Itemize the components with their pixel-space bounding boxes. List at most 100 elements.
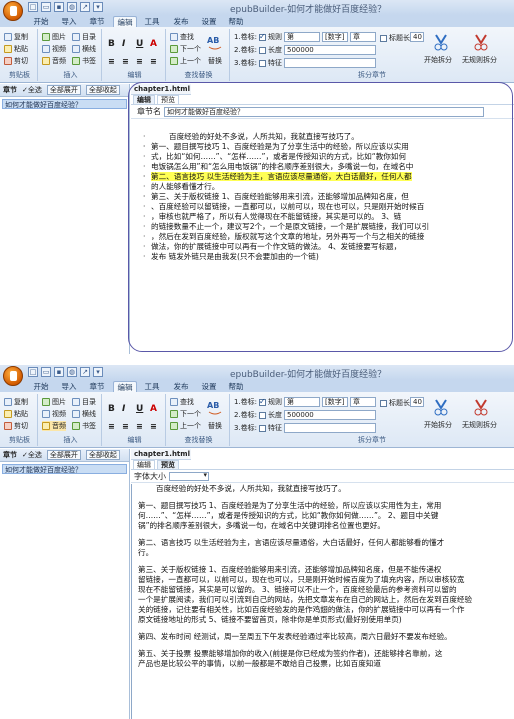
prev-button[interactable]: 上一个 (170, 56, 201, 66)
tab-tools[interactable]: 工具 (141, 16, 163, 27)
italic-button[interactable]: I (122, 39, 125, 49)
prev-button[interactable]: 上一个 (170, 421, 201, 431)
collapse-all-button[interactable]: 全部收起 (85, 85, 120, 95)
new-icon[interactable]: □ (28, 367, 38, 377)
suffix-select[interactable]: 章 (350, 397, 376, 407)
insert-hr-button[interactable]: 横线 (72, 44, 96, 54)
tab-chapter[interactable]: 章节 (86, 16, 108, 27)
tab-import[interactable]: 导入 (58, 16, 80, 27)
tab-settings[interactable]: 设置 (198, 381, 220, 392)
underline-button[interactable]: U (136, 404, 143, 414)
bold-button[interactable]: B (108, 39, 115, 49)
numtype-select[interactable]: [数字] (322, 32, 348, 42)
tab-help[interactable]: 帮助 (225, 16, 247, 27)
tab-help[interactable]: 帮助 (225, 381, 247, 392)
length-checkbox[interactable] (259, 411, 267, 419)
publish-icon[interactable]: ↗ (80, 367, 90, 377)
new-icon[interactable]: □ (28, 2, 38, 12)
feature-checkbox[interactable] (259, 59, 267, 67)
app-menu-button[interactable] (3, 366, 23, 386)
prefix-select[interactable]: 第 (284, 397, 320, 407)
feature-checkbox[interactable] (259, 424, 267, 432)
start-split-button[interactable]: 开始拆分 (424, 55, 452, 65)
bold-button[interactable]: B (108, 404, 115, 414)
paste-button[interactable]: 粘贴 (4, 409, 28, 419)
copy-button[interactable]: 复制 (4, 32, 28, 42)
expand-all-button[interactable]: 全部展开 (46, 85, 81, 95)
tab-edit-mode[interactable]: 编辑 (133, 460, 155, 469)
insert-bookmark-button[interactable]: 书签 (72, 421, 96, 431)
tab-start[interactable]: 开始 (30, 16, 52, 27)
insert-video-button[interactable]: 视频 (42, 44, 66, 54)
cut-button[interactable]: 剪切 (4, 56, 28, 66)
no-rule-split-button[interactable]: 无规则拆分 (462, 420, 497, 430)
title-length-input[interactable]: 40 (410, 32, 424, 42)
insert-audio-button[interactable]: 音频 (42, 56, 66, 66)
cut-button[interactable]: 剪切 (4, 421, 28, 431)
align-center-icon[interactable]: ≡ (122, 422, 129, 431)
replace-button[interactable]: 替换 (208, 421, 222, 431)
insert-image-button[interactable]: 图片 (42, 397, 66, 407)
font-size-select[interactable]: ▾ (169, 471, 209, 481)
dropdown-icon[interactable]: ▾ (93, 367, 103, 377)
italic-button[interactable]: I (122, 404, 125, 414)
feature-input[interactable] (284, 58, 376, 68)
chapter-list-item[interactable]: 如何才能做好百度经验？ (2, 464, 127, 474)
align-center-icon[interactable]: ≡ (122, 57, 129, 66)
tab-preview-mode[interactable]: 预览 (157, 460, 179, 469)
tab-settings[interactable]: 设置 (198, 16, 220, 27)
length-input[interactable]: 500000 (284, 410, 376, 420)
insert-toc-button[interactable]: 目录 (72, 397, 96, 407)
rule-checkbox[interactable] (259, 397, 267, 406)
title-length-checkbox[interactable] (380, 34, 387, 42)
save-icon[interactable]: ▪ (54, 367, 64, 377)
find-button[interactable]: 查找 (170, 397, 194, 407)
font-color-button[interactable]: A (150, 404, 157, 414)
next-button[interactable]: 下一个 (170, 44, 201, 54)
open-icon[interactable]: ▭ (41, 2, 51, 12)
tab-start[interactable]: 开始 (30, 381, 52, 392)
collapse-all-button[interactable]: 全部收起 (85, 450, 120, 460)
tab-edit[interactable]: 编辑 (113, 381, 137, 392)
copy-button[interactable]: 复制 (4, 397, 28, 407)
align-left-icon[interactable]: ≡ (108, 57, 115, 66)
font-color-button[interactable]: A (150, 39, 157, 49)
align-right-icon[interactable]: ≡ (136, 422, 143, 431)
select-all-button[interactable]: ✓全选 (22, 84, 42, 97)
align-left-icon[interactable]: ≡ (108, 422, 115, 431)
length-input[interactable]: 500000 (284, 45, 376, 55)
title-length-checkbox[interactable] (380, 399, 387, 407)
publish-icon[interactable]: ↗ (80, 2, 90, 12)
prefix-select[interactable]: 第 (284, 32, 320, 42)
insert-hr-button[interactable]: 横线 (72, 409, 96, 419)
align-right-icon[interactable]: ≡ (136, 57, 143, 66)
insert-image-button[interactable]: 图片 (42, 32, 66, 42)
app-menu-button[interactable] (3, 1, 23, 21)
insert-bookmark-button[interactable]: 书签 (72, 56, 96, 66)
find-button[interactable]: 查找 (170, 32, 194, 42)
start-split-button[interactable]: 开始拆分 (424, 420, 452, 430)
tab-tools[interactable]: 工具 (141, 381, 163, 392)
tab-import[interactable]: 导入 (58, 381, 80, 392)
open-icon[interactable]: ▭ (41, 367, 51, 377)
paste-button[interactable]: 粘贴 (4, 44, 28, 54)
select-all-button[interactable]: ✓全选 (22, 449, 42, 462)
tab-edit[interactable]: 编辑 (113, 16, 137, 27)
insert-video-button[interactable]: 视频 (42, 409, 66, 419)
numtype-select[interactable]: [数字] (322, 397, 348, 407)
justify-icon[interactable]: ≡ (150, 422, 157, 431)
globe-icon[interactable]: ◍ (67, 367, 77, 377)
justify-icon[interactable]: ≡ (150, 57, 157, 66)
replace-button[interactable]: 替换 (208, 56, 222, 66)
next-button[interactable]: 下一个 (170, 409, 201, 419)
insert-toc-button[interactable]: 目录 (72, 32, 96, 42)
underline-button[interactable]: U (136, 39, 143, 49)
suffix-select[interactable]: 章 (350, 32, 376, 42)
tab-chapter[interactable]: 章节 (86, 381, 108, 392)
dropdown-icon[interactable]: ▾ (93, 2, 103, 12)
tab-publish[interactable]: 发布 (170, 16, 192, 27)
expand-all-button[interactable]: 全部展开 (46, 450, 81, 460)
file-tab[interactable]: chapter1.html (131, 449, 191, 460)
feature-input[interactable] (284, 423, 376, 433)
rule-checkbox[interactable] (259, 32, 267, 41)
